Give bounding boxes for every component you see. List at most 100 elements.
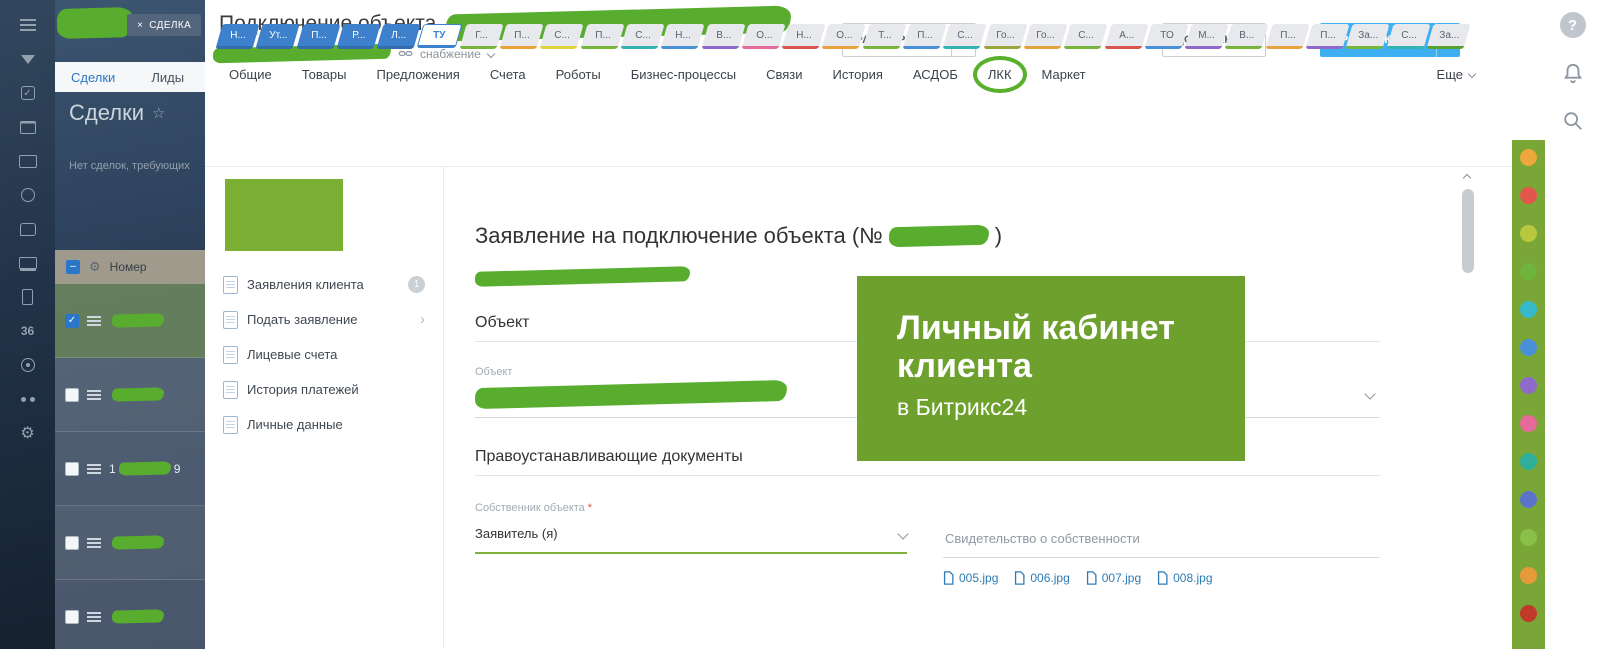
tasks-icon[interactable] — [17, 82, 39, 104]
help-button[interactable]: ? — [1559, 12, 1586, 38]
user-avatar[interactable] — [1520, 263, 1537, 280]
row-checkbox[interactable] — [65, 535, 79, 550]
calendar-icon[interactable] — [17, 116, 39, 138]
entity-tab[interactable]: Маркет — [1042, 67, 1086, 82]
stage-chip[interactable]: ТУ — [417, 24, 464, 48]
row-checkbox[interactable] — [65, 461, 79, 476]
sites-icon[interactable] — [17, 252, 39, 274]
close-icon[interactable]: × — [137, 20, 143, 31]
stage-chip[interactable]: Н... — [660, 24, 706, 49]
stage-chip[interactable]: П... — [1305, 24, 1350, 49]
user-avatar[interactable] — [1520, 605, 1537, 622]
deal-row[interactable] — [55, 506, 205, 580]
portal-menu-item[interactable]: Подать заявление › — [217, 302, 431, 337]
entity-tab[interactable]: ЛКК — [972, 55, 1027, 93]
search-icon[interactable] — [1562, 110, 1584, 132]
user-avatar[interactable] — [1520, 301, 1537, 318]
row-menu-icon[interactable] — [87, 537, 101, 548]
portal-menu-item[interactable]: Заявления клиента 1 — [217, 267, 431, 302]
deal-row[interactable] — [55, 284, 205, 358]
file-link[interactable]: 006.jpg — [1014, 571, 1070, 585]
favorite-star-icon[interactable]: ☆ — [152, 104, 165, 122]
stage-chip[interactable]: П... — [296, 24, 341, 49]
entity-tab[interactable]: Роботы — [556, 67, 601, 82]
scroll-up-icon[interactable] — [1462, 173, 1472, 183]
deal-row[interactable] — [55, 580, 205, 649]
user-avatar[interactable] — [1520, 529, 1537, 546]
column-header-number[interactable]: Номер — [110, 260, 147, 274]
entity-tab[interactable]: АСДОБ — [913, 67, 958, 82]
stage-chip[interactable]: А... — [1103, 24, 1149, 49]
scrollbar-thumb[interactable] — [1462, 189, 1474, 273]
stage-chip[interactable]: С... — [539, 24, 585, 49]
user-avatar[interactable] — [1520, 225, 1537, 242]
user-avatar[interactable] — [1520, 149, 1537, 166]
stage-chip[interactable]: М... — [1184, 24, 1230, 49]
portal-menu-item[interactable]: Личные данные — [217, 407, 431, 442]
entity-tab[interactable]: История — [833, 67, 883, 82]
chevron-down-icon[interactable] — [1364, 388, 1376, 400]
people-icon[interactable] — [17, 388, 39, 410]
stage-chip[interactable]: П... — [580, 24, 625, 49]
stage-chip[interactable]: Л... — [376, 24, 422, 49]
stage-chip[interactable]: П... — [499, 24, 544, 49]
stage-chip[interactable]: С... — [1063, 24, 1109, 49]
owner-select[interactable]: Заявитель (я) — [475, 526, 909, 554]
user-avatar[interactable] — [1520, 339, 1537, 356]
stage-chip[interactable]: С... — [620, 24, 665, 49]
entity-tab[interactable]: Связи — [766, 67, 802, 82]
content-scrollbar[interactable] — [1461, 173, 1475, 641]
portal-menu-item[interactable]: Лицевые счета — [217, 337, 431, 372]
target-icon[interactable] — [17, 184, 39, 206]
row-checkbox[interactable] — [65, 313, 79, 328]
stage-chip[interactable]: В... — [700, 24, 746, 49]
crm-card-icon[interactable] — [17, 150, 39, 172]
chat-icon[interactable] — [17, 218, 39, 240]
row-menu-icon[interactable] — [87, 611, 101, 622]
menu-icon[interactable] — [17, 14, 39, 36]
row-checkbox[interactable] — [65, 609, 79, 624]
user-avatar[interactable] — [1520, 567, 1537, 584]
user-avatar[interactable] — [1520, 377, 1537, 394]
stage-chip[interactable]: Н... — [215, 24, 260, 49]
stage-chip[interactable]: П... — [1265, 24, 1310, 49]
file-link[interactable]: 008.jpg — [1157, 571, 1213, 585]
tabs-more-button[interactable]: Еще — [1437, 67, 1477, 82]
stage-chip[interactable]: Го... — [983, 24, 1028, 49]
filter-icon[interactable] — [17, 48, 39, 70]
stage-chip[interactable]: Н... — [781, 24, 827, 49]
stage-chip[interactable]: Ут... — [255, 24, 301, 49]
settings-gear-icon[interactable]: ⚙ — [17, 422, 39, 444]
row-checkbox[interactable] — [65, 387, 79, 402]
notifications-bell-icon[interactable] — [1562, 62, 1584, 86]
user-avatar[interactable] — [1520, 491, 1537, 508]
stage-chip[interactable]: О... — [741, 24, 786, 49]
select-all-checkbox[interactable] — [66, 260, 80, 274]
stage-chip[interactable]: ТО — [1144, 24, 1189, 49]
panel-tab[interactable]: Лиды — [151, 70, 184, 85]
stage-chip[interactable]: П... — [902, 24, 947, 49]
stage-chip[interactable]: Го... — [1023, 24, 1068, 49]
telephony-icon[interactable] — [17, 286, 39, 308]
stage-chip[interactable]: Г... — [459, 24, 504, 49]
entity-tab[interactable]: Общие — [229, 67, 272, 82]
portal-menu-item[interactable]: История платежей — [217, 372, 431, 407]
certificate-input[interactable]: Свидетельство о собственности — [943, 531, 1380, 558]
deal-row[interactable] — [55, 358, 205, 432]
stage-chip[interactable]: Р... — [336, 24, 381, 49]
panel-tab[interactable]: Сделки — [71, 70, 115, 85]
stage-chip[interactable]: За... — [1426, 24, 1471, 49]
user-avatar[interactable] — [1520, 415, 1537, 432]
entity-tab[interactable]: Счета — [490, 67, 526, 82]
compass-icon[interactable] — [17, 354, 39, 376]
file-link[interactable]: 005.jpg — [943, 571, 998, 585]
1c-36-icon[interactable]: 36 — [17, 320, 39, 342]
stage-chip[interactable]: Т... — [862, 24, 907, 49]
file-link[interactable]: 007.jpg — [1086, 571, 1141, 585]
user-avatar[interactable] — [1520, 187, 1537, 204]
slider-entity-badge[interactable]: × СДЕЛКА — [127, 14, 202, 36]
row-menu-icon[interactable] — [87, 389, 101, 400]
deal-row[interactable]: 1 9 — [55, 432, 205, 506]
grid-settings-icon[interactable]: ⚙ — [89, 259, 101, 275]
entity-tab[interactable]: Товары — [302, 67, 347, 82]
